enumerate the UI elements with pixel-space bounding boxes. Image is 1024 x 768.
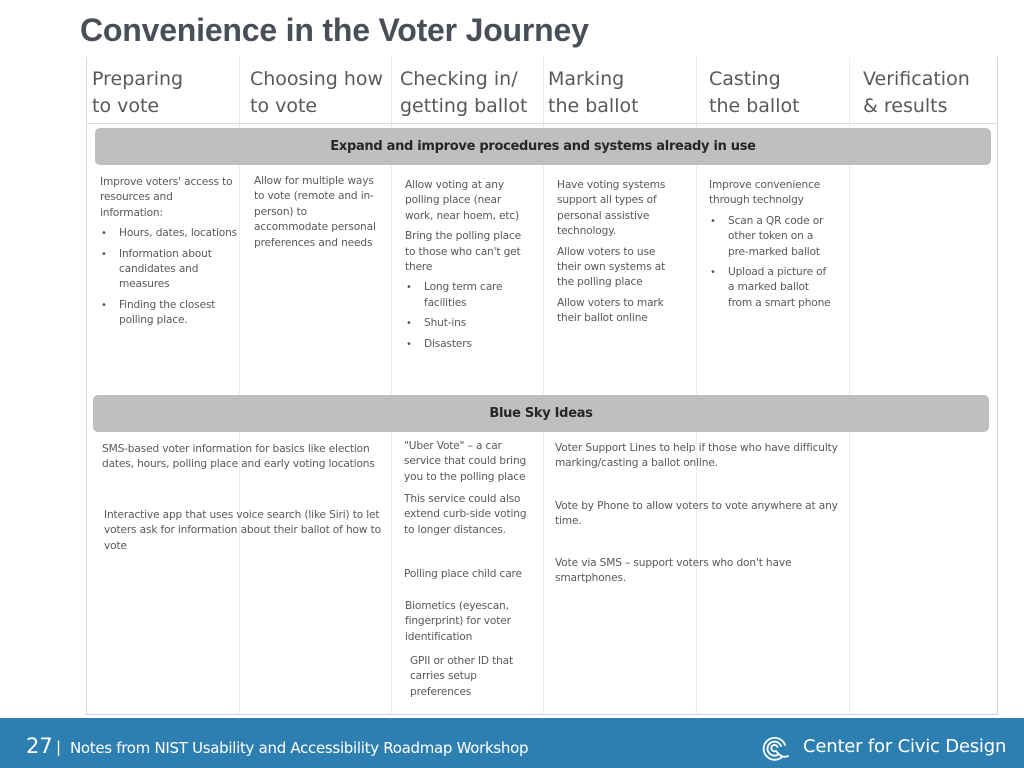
header-divider — [86, 123, 998, 124]
cell-marking-expand: Have voting systems support all types of… — [557, 178, 677, 332]
bullet-list: Long term care facilities Shut-ins Disas… — [405, 280, 530, 352]
cell-paragraph: Allow voters to use their own systems at… — [557, 245, 666, 289]
bullet-item: Long term care facilities — [405, 280, 530, 311]
bluesky-item: Biometics (eyescan, fingerprint) for vot… — [405, 600, 511, 643]
column-divider — [997, 57, 998, 715]
slide-title: Convenience in the Voter Journey — [80, 12, 589, 48]
cell-casting-expand: Improve convenience through technolgy Sc… — [709, 178, 835, 316]
bullet-list: Hours, dates, locations Information abou… — [100, 226, 238, 328]
organization-logo-text: Center for Civic Design — [803, 736, 1007, 757]
page-number: 27 — [26, 734, 53, 758]
column-divider — [86, 57, 87, 715]
cell-intro: Improve voters' access to resources and … — [100, 176, 233, 219]
column-header-verification: Verification & results — [863, 68, 970, 117]
bullet-item: Information about candidates and measure… — [100, 247, 238, 293]
column-header-preparing: Preparing to vote — [92, 68, 184, 117]
bluesky-item: GPII or other ID that carries setup pref… — [410, 655, 514, 698]
bullet-item: Disasters — [405, 337, 530, 353]
bluesky-item: Voter Support Lines to help if those who… — [555, 442, 838, 470]
column-header-choosing: Choosing how to vote — [250, 68, 384, 117]
footer-separator: | — [56, 738, 62, 756]
cell-paragraph: Have voting systems support all types of… — [557, 179, 666, 238]
bullet-item: Hours, dates, locations — [100, 226, 238, 242]
bullet-item: Finding the closest polling place. — [100, 298, 238, 329]
bluesky-item: Polling place child care — [404, 568, 522, 580]
footer-caption: Notes from NIST Usability and Accessibil… — [70, 739, 529, 757]
bullet-item: Upload a picture of a marked ballot from… — [709, 265, 835, 311]
section-band-label: Expand and improve procedures and system… — [330, 139, 756, 154]
cell-paragraph: Allow voting at any polling place (near … — [405, 179, 520, 222]
cell-paragraph: Allow voters to mark their ballot online — [557, 296, 664, 325]
bluesky-item: Interactive app that uses voice search (… — [104, 509, 381, 552]
column-header-marking: Marking the ballot — [548, 68, 639, 117]
bluesky-item: Vote by Phone to allow voters to vote an… — [555, 500, 838, 528]
bluesky-item: Vote via SMS – support voters who don't … — [555, 557, 792, 585]
section-band-label: Blue Sky Ideas — [489, 406, 593, 421]
journey-grid: Preparing to vote Choosing how to vote C… — [86, 57, 998, 715]
bullet-item: Scan a QR code or other token on a pre-m… — [709, 214, 835, 260]
cell-preparing-expand: Improve voters' access to resources and … — [100, 175, 238, 334]
section-band-blue-sky: Blue Sky Ideas — [93, 395, 989, 432]
bottom-border — [86, 714, 998, 715]
cell-intro: Improve convenience through technolgy — [709, 179, 821, 207]
bluesky-item: SMS-based voter information for basics l… — [102, 443, 375, 471]
cell-checking-expand: Allow voting at any polling place (near … — [405, 178, 530, 357]
bullet-item: Shut-ins — [405, 316, 530, 332]
footer-bar: 27 | Notes from NIST Usability and Acces… — [0, 718, 1024, 768]
cell-text: Allow for multiple ways to vote (remote … — [254, 175, 376, 249]
column-header-casting: Casting the ballot — [709, 68, 800, 117]
section-band-expand: Expand and improve procedures and system… — [95, 128, 991, 165]
cell-paragraph: Bring the polling place to those who can… — [405, 230, 522, 274]
column-header-checking-in: Checking in/ getting ballot — [400, 68, 528, 117]
bullet-list: Scan a QR code or other token on a pre-m… — [709, 214, 835, 311]
bluesky-item: This service could also extend curb-side… — [404, 493, 527, 536]
civic-design-swirl-icon — [762, 736, 789, 761]
cell-choosing-expand: Allow for multiple ways to vote (remote … — [254, 174, 382, 256]
bluesky-item: "Uber Vote" – a car service that could b… — [404, 440, 527, 483]
